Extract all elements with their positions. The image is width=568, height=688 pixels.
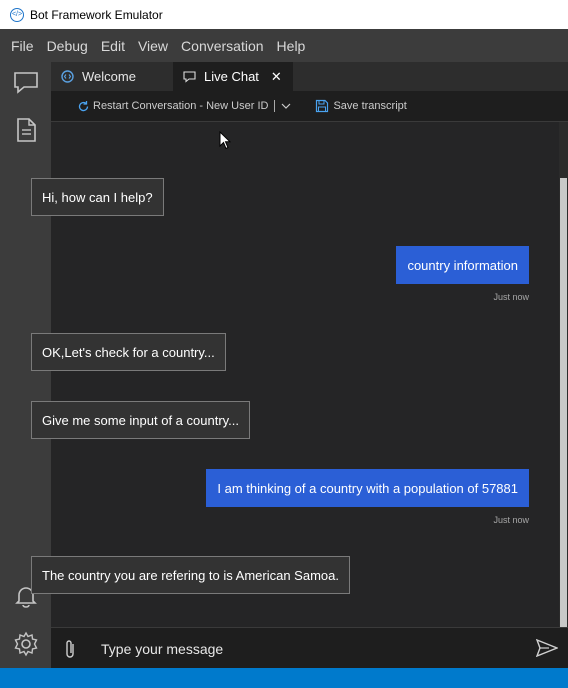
user-message[interactable]: I am thinking of a country with a popula… xyxy=(206,469,529,507)
bot-message[interactable]: OK,Let's check for a country... xyxy=(31,333,226,371)
bot-message[interactable]: The country you are refering to is Ameri… xyxy=(31,556,350,594)
message-text: I am thinking of a country with a popula… xyxy=(217,480,518,496)
document-icon[interactable] xyxy=(12,116,40,144)
message-input[interactable] xyxy=(101,638,521,660)
menu-debug[interactable]: Debug xyxy=(47,38,88,54)
mouse-cursor-icon xyxy=(219,130,232,155)
chevron-down-icon[interactable] xyxy=(281,102,291,110)
bot-message[interactable]: Hi, how can I help? xyxy=(31,178,164,216)
tab-live-chat-label: Live Chat xyxy=(204,69,259,84)
scrollbar-thumb[interactable] xyxy=(560,178,567,627)
user-message[interactable]: country information xyxy=(396,246,529,284)
close-icon[interactable]: ✕ xyxy=(271,69,282,85)
message-text: Give me some input of a country... xyxy=(42,412,240,428)
save-transcript-label: Save transcript xyxy=(333,100,407,112)
message-input-bar xyxy=(51,627,568,669)
emulator-logo-icon xyxy=(61,70,74,83)
save-transcript-button[interactable]: Save transcript xyxy=(315,99,407,113)
gear-icon[interactable] xyxy=(12,630,40,658)
status-bar xyxy=(0,668,568,688)
paperclip-icon[interactable] xyxy=(63,638,77,665)
restart-conversation-button[interactable]: Restart Conversation - New User ID xyxy=(77,100,268,113)
message-text: OK,Let's check for a country... xyxy=(42,344,215,360)
message-text: The country you are refering to is Ameri… xyxy=(42,567,339,583)
refresh-icon xyxy=(78,100,89,111)
message-text: Hi, how can I help? xyxy=(42,189,153,205)
tab-welcome[interactable]: Welcome xyxy=(51,62,173,91)
chat-icon[interactable] xyxy=(12,68,40,96)
menu-view[interactable]: View xyxy=(138,38,168,54)
message-timestamp: Just now xyxy=(493,515,529,525)
window-title: Bot Framework Emulator xyxy=(30,7,163,22)
menu-conversation[interactable]: Conversation xyxy=(181,38,264,54)
chat-icon xyxy=(183,70,196,83)
menu-edit[interactable]: Edit xyxy=(101,38,125,54)
tab-welcome-label: Welcome xyxy=(82,69,136,84)
chat-toolbar: Restart Conversation - New User ID Save … xyxy=(51,91,568,122)
divider xyxy=(274,100,276,112)
tab-bar: Welcome Live Chat ✕ xyxy=(51,62,568,91)
message-text: country information xyxy=(407,257,518,273)
message-timestamp: Just now xyxy=(493,292,529,302)
bot-message[interactable]: Give me some input of a country... xyxy=(31,401,251,439)
title-bar: </> Bot Framework Emulator xyxy=(0,0,568,29)
save-icon xyxy=(316,99,329,113)
menu-bar: File Debug Edit View Conversation Help xyxy=(0,29,568,62)
tab-live-chat[interactable]: Live Chat ✕ xyxy=(173,62,293,91)
menu-help[interactable]: Help xyxy=(277,38,306,54)
send-icon[interactable] xyxy=(535,638,559,662)
emulator-logo-icon: </> xyxy=(10,7,24,22)
restart-conversation-label: Restart Conversation - New User ID xyxy=(93,100,269,112)
menu-file[interactable]: File xyxy=(11,38,34,54)
